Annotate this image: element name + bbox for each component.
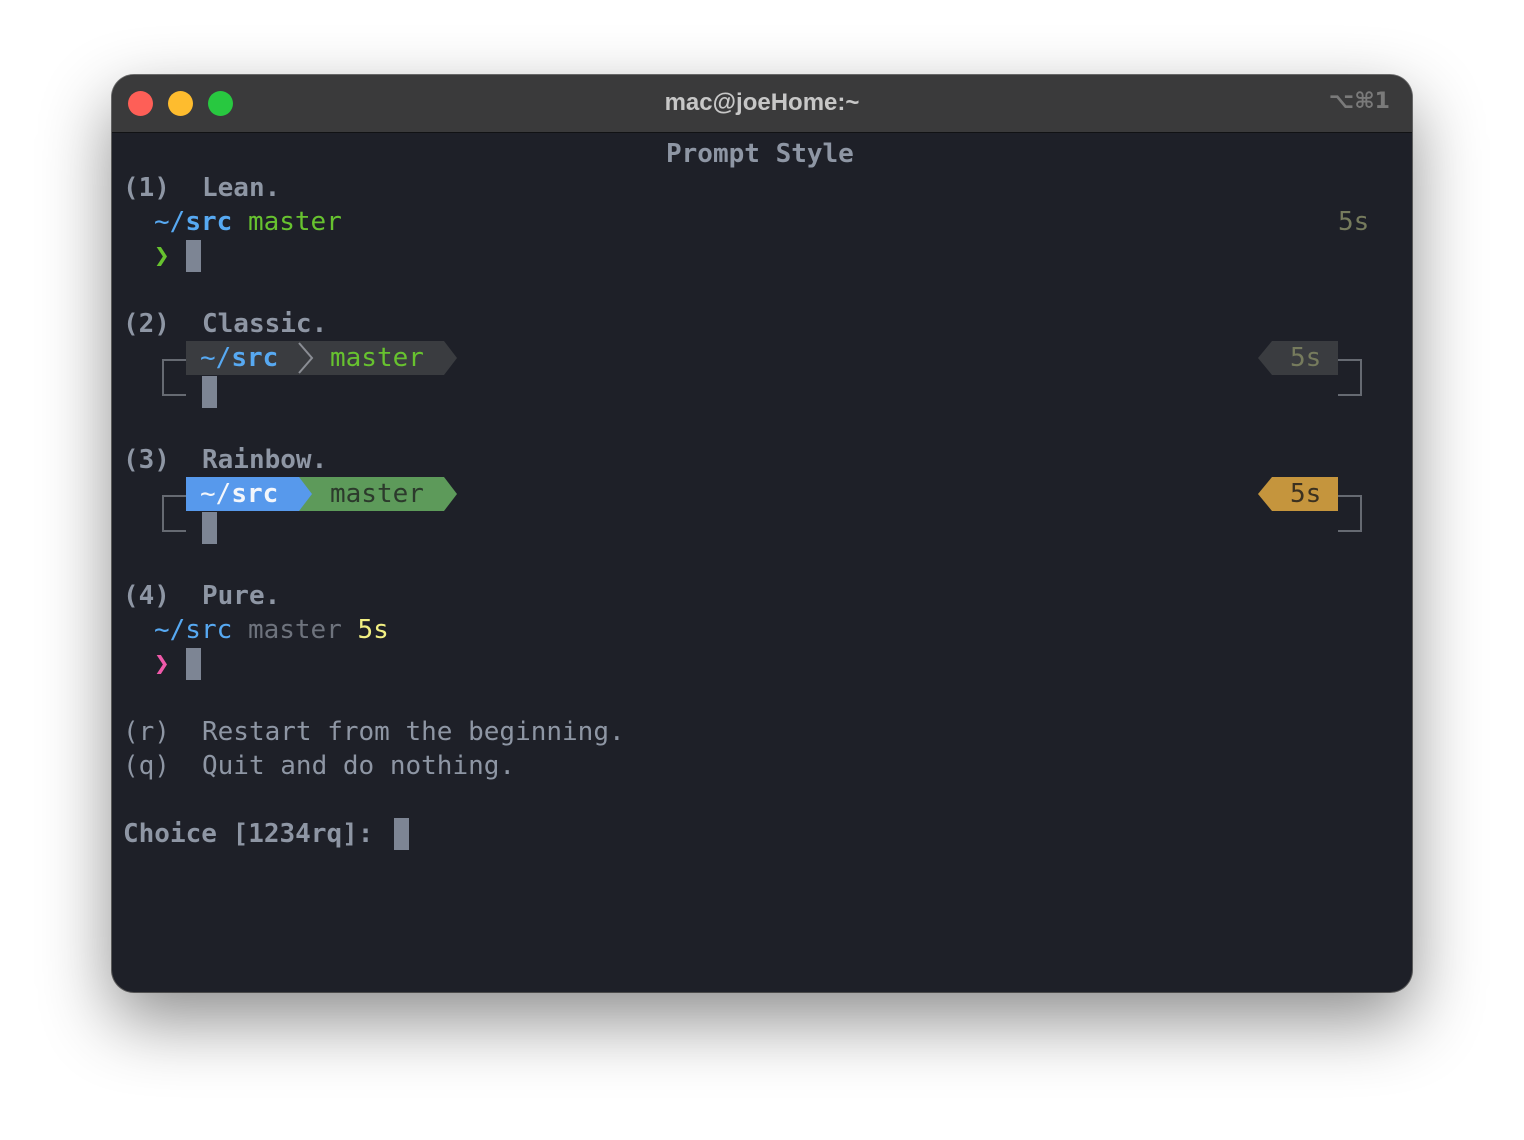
rainbow-dir: src bbox=[231, 479, 279, 509]
classic-right-frame bbox=[1338, 359, 1362, 396]
option-2-key: (2) bbox=[123, 309, 170, 339]
pure-time: 5s bbox=[357, 615, 389, 645]
lean-cursor bbox=[186, 240, 201, 272]
lean-dir-line: ~/src master bbox=[154, 205, 342, 239]
choice-prompt: Choice [1234rq]: bbox=[123, 819, 390, 849]
window-title: mac@joeHome:~ bbox=[664, 89, 860, 116]
classic-dir: src bbox=[231, 343, 279, 373]
classic-cursor bbox=[202, 376, 217, 408]
pure-cursor bbox=[186, 648, 201, 680]
rainbow-branch: master bbox=[330, 479, 424, 509]
lean-prompt-char: ❯ bbox=[154, 241, 170, 271]
classic-dir-line: ~/src bbox=[200, 341, 278, 375]
classic-dir-prefix: ~/ bbox=[200, 343, 232, 373]
option-4-key: (4) bbox=[123, 581, 170, 611]
restart-key: (r) bbox=[123, 717, 170, 747]
rainbow-dir-line: ~/src bbox=[200, 477, 278, 511]
option-1-key: (1) bbox=[123, 173, 170, 203]
rainbow-right-frame bbox=[1338, 495, 1362, 532]
option-2-name: Classic. bbox=[202, 309, 328, 339]
option-3-key: (3) bbox=[123, 445, 170, 475]
terminal-window: mac@joeHome:~ ⌥⌘1 Prompt Style (1) Lean.… bbox=[112, 75, 1412, 992]
quit-label: Quit and do nothing. bbox=[202, 751, 516, 781]
rainbow-dir-prefix: ~/ bbox=[200, 479, 232, 509]
option-3-name: Rainbow. bbox=[202, 445, 328, 475]
option-1-name: Lean. bbox=[202, 173, 281, 203]
classic-left-frame bbox=[162, 359, 186, 396]
pure-dir: ~/src bbox=[154, 615, 233, 645]
restart-label: Restart from the beginning. bbox=[202, 717, 625, 747]
pure-info-line: ~/src master 5s bbox=[154, 613, 389, 647]
rainbow-cursor bbox=[202, 512, 217, 544]
window-shortcut: ⌥⌘1 bbox=[1328, 89, 1390, 114]
wizard-heading: Prompt Style bbox=[666, 139, 854, 169]
lean-time: 5s bbox=[1338, 207, 1370, 237]
pure-branch: master bbox=[247, 615, 342, 645]
classic-time: 5s bbox=[1290, 343, 1322, 373]
rainbow-time: 5s bbox=[1290, 479, 1322, 509]
terminal-content[interactable]: Prompt Style (1) Lean. ~/src master 5s ❯… bbox=[112, 133, 1412, 992]
quit-key: (q) bbox=[123, 751, 170, 781]
title-bar: mac@joeHome:~ ⌥⌘1 bbox=[112, 75, 1412, 133]
pure-prompt-char: ❯ bbox=[154, 649, 170, 679]
option-4-name: Pure. bbox=[202, 581, 281, 611]
input-cursor[interactable] bbox=[394, 818, 409, 850]
lean-branch: master bbox=[247, 207, 342, 237]
lean-dir-prefix: ~/ bbox=[154, 207, 186, 237]
classic-branch: master bbox=[330, 343, 424, 373]
rainbow-left-frame bbox=[162, 495, 186, 532]
lean-dir: src bbox=[185, 207, 233, 237]
